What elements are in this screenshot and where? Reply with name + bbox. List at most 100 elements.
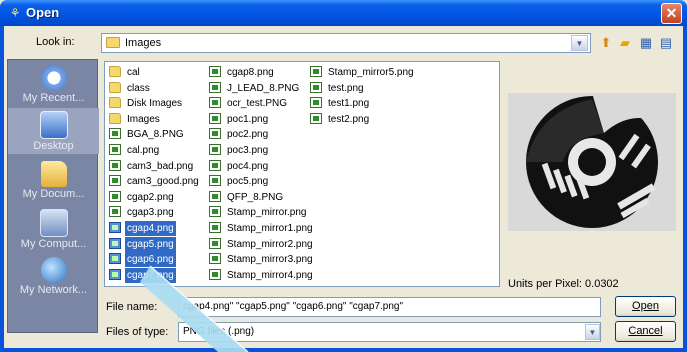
png-file-icon	[209, 206, 221, 218]
cancel-button-label: Cancel	[628, 325, 663, 337]
place-my-documents[interactable]: My Docum...	[8, 158, 99, 204]
file-item[interactable]: J_LEAD_8.PNG	[209, 81, 301, 96]
my-documents-icon	[40, 161, 67, 187]
file-item[interactable]: cam3_good.png	[109, 174, 201, 189]
file-name: Stamp_mirror1.png	[227, 223, 313, 234]
file-name: BGA_8.PNG	[127, 129, 184, 141]
file-name: Stamp_mirror3.png	[227, 254, 313, 266]
file-item[interactable]: poc3.png	[209, 143, 270, 158]
file-name: poc1.png	[227, 113, 269, 125]
png-file-icon	[109, 268, 121, 280]
file-item[interactable]: test2.png	[310, 112, 371, 127]
file-item[interactable]: cgap8.png	[209, 65, 276, 80]
file-name: poc5.png	[227, 176, 269, 188]
file-item[interactable]: QFP_8.PNG	[209, 190, 285, 205]
open-button[interactable]: Open	[615, 296, 676, 317]
file-item[interactable]: BGA_8.PNG	[109, 127, 186, 142]
lookin-value: Images	[125, 37, 162, 49]
chevron-down-icon[interactable]: ▼	[571, 35, 588, 51]
chevron-down-icon[interactable]: ▼	[585, 324, 600, 340]
png-file-icon	[310, 81, 322, 93]
place-my-network[interactable]: My Network...	[8, 254, 99, 300]
folder-icon	[109, 112, 121, 124]
place-my-computer[interactable]: My Comput...	[8, 206, 99, 252]
file-name: poc3.png	[227, 145, 269, 156]
file-name: Stamp_mirror5.png	[328, 67, 414, 78]
png-file-icon	[310, 112, 322, 124]
file-item[interactable]: cam3_bad.png	[109, 159, 195, 174]
file-name: ocr_test.PNG	[227, 98, 288, 110]
file-name: cgap3.png	[127, 207, 174, 219]
file-name: QFP_8.PNG	[227, 191, 284, 203]
file-list[interactable]: cal class Disk Images Images BGA_8.PNG cal.pn…	[104, 61, 500, 287]
file-name: cam3_good.png	[127, 176, 199, 188]
cancel-button[interactable]: Cancel	[615, 321, 676, 342]
png-file-icon	[109, 190, 121, 202]
file-name: J_LEAD_8.PNG	[227, 82, 300, 94]
new-folder-icon[interactable]: ▰	[616, 34, 634, 52]
title-bar[interactable]	[0, 0, 687, 26]
png-file-icon	[310, 97, 322, 109]
file-item[interactable]: cgap2.png	[109, 190, 176, 205]
file-name: Images	[127, 113, 160, 125]
place-label: My Docum...	[22, 188, 85, 200]
window-frame-bottom	[0, 348, 687, 352]
png-file-icon	[209, 253, 221, 265]
filetype-select[interactable]: PNG files (.png)	[178, 322, 601, 342]
file-name: cgap2.png	[127, 191, 174, 203]
file-item[interactable]: poc4.png	[209, 159, 270, 174]
folder-icon	[109, 66, 121, 77]
open-button-label: Open	[632, 300, 659, 312]
file-item[interactable]: Stamp_mirror4.png	[209, 268, 315, 283]
desktop-icon	[39, 111, 68, 139]
folder-icon	[106, 37, 120, 48]
file-item[interactable]: Stamp_mirror.png	[209, 205, 308, 220]
file-name: cgap5.png	[125, 236, 176, 252]
lookin-combo[interactable]: Images	[101, 33, 591, 53]
file-item[interactable]: cgap3.png	[109, 205, 176, 220]
file-item[interactable]: test.png	[310, 81, 366, 96]
file-item[interactable]: test1.png	[310, 96, 371, 111]
file-item[interactable]: cgap6.png	[109, 252, 176, 268]
folder-item[interactable]: Images	[109, 112, 162, 127]
file-name: cgap8.png	[227, 67, 274, 78]
file-item[interactable]: cal.png	[109, 143, 161, 158]
file-item[interactable]: cgap5.png	[109, 236, 176, 252]
png-file-icon	[209, 128, 221, 140]
file-item[interactable]: Stamp_mirror3.png	[209, 252, 315, 267]
folder-item[interactable]: class	[109, 81, 152, 96]
file-item[interactable]: poc1.png	[209, 112, 270, 127]
file-item[interactable]: poc5.png	[209, 174, 270, 189]
place-desktop[interactable]: Desktop	[8, 108, 99, 154]
file-name: poc4.png	[227, 160, 269, 172]
file-item[interactable]: poc2.png	[209, 127, 270, 142]
file-item[interactable]: Stamp_mirror2.png	[209, 237, 315, 252]
file-item[interactable]: cgap4.png	[109, 221, 176, 236]
file-item[interactable]: ocr_test.PNG	[209, 96, 289, 111]
file-item[interactable]: cgap7.png	[109, 267, 176, 283]
png-file-icon	[109, 222, 121, 233]
file-name: cal.png	[127, 145, 160, 156]
preview-image	[508, 93, 676, 231]
window-frame-left	[0, 26, 4, 352]
place-my-recent[interactable]: My Recent...	[8, 62, 99, 108]
folder-item[interactable]: Disk Images	[109, 96, 184, 111]
file-name: cal	[127, 67, 140, 78]
png-file-icon	[209, 112, 221, 124]
folder-item[interactable]: cal	[109, 65, 142, 80]
png-file-icon	[209, 159, 221, 171]
close-button[interactable]: ✕	[661, 3, 682, 24]
my-network-icon	[40, 257, 67, 283]
file-item[interactable]: Stamp_mirror5.png	[310, 65, 416, 80]
up-one-level-icon[interactable]: ⬆	[597, 34, 615, 52]
details-view-icon[interactable]: ▤	[657, 34, 675, 52]
places-bar: My Recent... Desktop My Docum... My Comp…	[7, 59, 99, 333]
recent-documents-icon	[40, 65, 67, 91]
lookin-label: Look in:	[36, 36, 75, 48]
file-item[interactable]: Stamp_mirror1.png	[209, 221, 315, 236]
list-view-icon[interactable]: ▦	[637, 34, 655, 52]
file-name: test2.png	[328, 113, 370, 125]
file-name: Stamp_mirror.png	[227, 207, 307, 219]
png-file-icon	[209, 268, 221, 280]
filename-input[interactable]: cgap4.png" "cgap5.png" "cgap6.png" "cgap…	[178, 297, 601, 317]
